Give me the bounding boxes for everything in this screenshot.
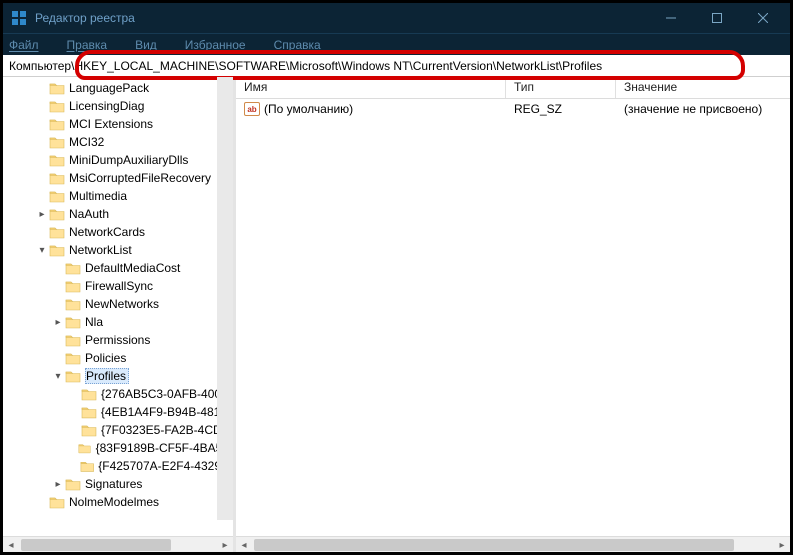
tree-node[interactable]: NetworkCards bbox=[3, 223, 233, 241]
minimize-button[interactable] bbox=[648, 3, 694, 33]
scroll-right-icon[interactable]: ▸ bbox=[774, 537, 790, 552]
tree-node[interactable]: FirewallSync bbox=[3, 277, 233, 295]
tree-node[interactable]: {F425707A-E2F4-4329-A bbox=[3, 457, 233, 475]
tree-node-label: {7F0323E5-FA2B-4CDF- bbox=[101, 423, 233, 437]
values-hscroll-thumb[interactable] bbox=[254, 539, 734, 551]
tree-node-label: DefaultMediaCost bbox=[85, 261, 180, 275]
tree-node-label: MCI Extensions bbox=[69, 117, 153, 131]
tree-node-label: {83F9189B-CF5F-4BA5-9 bbox=[96, 441, 233, 455]
scroll-left-icon[interactable]: ◂ bbox=[3, 537, 19, 552]
menu-file[interactable]: Файл bbox=[9, 38, 53, 52]
tree-horizontal-scrollbar[interactable]: ◂ ▸ bbox=[3, 536, 233, 552]
tree-node[interactable]: LicensingDiag bbox=[3, 97, 233, 115]
address-root-label: Компьютер bbox=[9, 59, 71, 73]
tree-scroll[interactable]: LanguagePack LicensingDiag MCI Extensions M… bbox=[3, 77, 233, 536]
tree-hscroll-thumb[interactable] bbox=[21, 539, 171, 551]
titlebar[interactable]: Редактор реестра bbox=[3, 3, 790, 33]
tree-node[interactable]: {276AB5C3-0AFB-4008- bbox=[3, 385, 233, 403]
app-icon bbox=[11, 10, 27, 26]
tree-node-label: LicensingDiag bbox=[69, 99, 144, 113]
column-name[interactable]: Имя bbox=[236, 77, 506, 98]
tree-node-label: LanguagePack bbox=[69, 81, 149, 95]
tree-node-label: Profiles bbox=[85, 368, 129, 384]
tree-vertical-scrollbar[interactable] bbox=[217, 77, 233, 520]
tree-node[interactable]: {4EB1A4F9-B94B-481C- bbox=[3, 403, 233, 421]
tree-node[interactable]: {7F0323E5-FA2B-4CDF- bbox=[3, 421, 233, 439]
expand-icon[interactable]: ▾ bbox=[51, 371, 65, 382]
value-type: REG_SZ bbox=[506, 100, 616, 118]
tree-node-label: NewNetworks bbox=[85, 297, 159, 311]
tree-node-label: MiniDumpAuxiliaryDlls bbox=[69, 153, 188, 167]
column-type[interactable]: Тип bbox=[506, 77, 616, 98]
value-row[interactable]: ab (По умолчанию) REG_SZ(значение не присв… bbox=[236, 99, 790, 119]
tree-node-label: Signatures bbox=[85, 477, 142, 491]
tree-node[interactable]: ▸ NaAuth bbox=[3, 205, 233, 223]
tree-node-label: NetworkList bbox=[69, 243, 132, 257]
expand-icon[interactable]: ▸ bbox=[51, 479, 65, 490]
menubar: Файл Правка Вид Избранное Справка bbox=[3, 33, 790, 55]
value-name: (По умолчанию) bbox=[264, 102, 353, 116]
string-value-icon: ab bbox=[244, 102, 260, 116]
expand-icon[interactable]: ▾ bbox=[35, 245, 49, 256]
tree-node[interactable]: Multimedia bbox=[3, 187, 233, 205]
tree-node-label: Policies bbox=[85, 351, 126, 365]
tree-node-label: MCI32 bbox=[69, 135, 104, 149]
window-title: Редактор реестра bbox=[35, 11, 648, 25]
tree-node[interactable]: MCI Extensions bbox=[3, 115, 233, 133]
tree-node-label: {4EB1A4F9-B94B-481C- bbox=[101, 405, 233, 419]
tree-node-label: MsiCorruptedFileRecovery bbox=[69, 171, 211, 185]
maximize-button[interactable] bbox=[694, 3, 740, 33]
tree-node-label: NetworkCards bbox=[69, 225, 145, 239]
tree-node[interactable]: Policies bbox=[3, 349, 233, 367]
tree-node[interactable]: LanguagePack bbox=[3, 79, 233, 97]
tree-node[interactable]: ▸ Nla bbox=[3, 313, 233, 331]
tree-node[interactable]: ▾ NetworkList bbox=[3, 241, 233, 259]
expand-icon[interactable]: ▸ bbox=[51, 317, 65, 328]
registry-tree: LanguagePack LicensingDiag MCI Extensions M… bbox=[3, 77, 233, 513]
tree-node[interactable]: ▾ Profiles bbox=[3, 367, 233, 385]
tree-node-label: NolmeModelmes bbox=[69, 495, 159, 509]
main-split: LanguagePack LicensingDiag MCI Extensions M… bbox=[3, 77, 790, 552]
regedit-window: Редактор реестра Файл Правка Вид Избранн… bbox=[0, 0, 793, 555]
expand-icon[interactable]: ▸ bbox=[35, 209, 49, 220]
tree-node[interactable]: NolmeModelmes bbox=[3, 493, 233, 511]
values-list[interactable]: ab (По умолчанию) REG_SZ(значение не присв… bbox=[236, 99, 790, 536]
column-value[interactable]: Значение bbox=[616, 77, 790, 98]
tree-node-label: {F425707A-E2F4-4329-A bbox=[98, 459, 233, 473]
tree-node-label: {276AB5C3-0AFB-4008- bbox=[101, 387, 232, 401]
tree-node[interactable]: DefaultMediaCost bbox=[3, 259, 233, 277]
menu-view[interactable]: Вид bbox=[135, 38, 171, 52]
tree-node-label: Permissions bbox=[85, 333, 150, 347]
tree-node[interactable]: ▸ Signatures bbox=[3, 475, 233, 493]
tree-node[interactable]: NewNetworks bbox=[3, 295, 233, 313]
tree-node-label: Multimedia bbox=[69, 189, 127, 203]
scroll-left-icon[interactable]: ◂ bbox=[236, 537, 252, 552]
address-path: \HKEY_LOCAL_MACHINE\SOFTWARE\Microsoft\W… bbox=[71, 59, 602, 73]
address-bar[interactable]: Компьютер\HKEY_LOCAL_MACHINE\SOFTWARE\Mi… bbox=[3, 55, 790, 77]
tree-node-label: NaAuth bbox=[69, 207, 109, 221]
tree-node-label: FirewallSync bbox=[85, 279, 153, 293]
values-pane: Имя Тип Значение ab (По умолчанию) REG_SZ(… bbox=[236, 77, 790, 552]
tree-pane: LanguagePack LicensingDiag MCI Extensions M… bbox=[3, 77, 233, 552]
menu-edit[interactable]: Правка bbox=[67, 38, 122, 52]
scroll-right-icon[interactable]: ▸ bbox=[217, 537, 233, 552]
value-data: (значение не присвоено) bbox=[616, 100, 790, 118]
tree-node[interactable]: MCI32 bbox=[3, 133, 233, 151]
tree-node[interactable]: MiniDumpAuxiliaryDlls bbox=[3, 151, 233, 169]
values-header: Имя Тип Значение bbox=[236, 77, 790, 99]
tree-node[interactable]: {83F9189B-CF5F-4BA5-9 bbox=[3, 439, 233, 457]
values-horizontal-scrollbar[interactable]: ◂ ▸ bbox=[236, 536, 790, 552]
close-button[interactable] bbox=[740, 3, 786, 33]
tree-node[interactable]: Permissions bbox=[3, 331, 233, 349]
menu-favorites[interactable]: Избранное bbox=[185, 38, 260, 52]
tree-node[interactable]: MsiCorruptedFileRecovery bbox=[3, 169, 233, 187]
menu-help[interactable]: Справка bbox=[274, 38, 335, 52]
tree-node-label: Nla bbox=[85, 315, 103, 329]
